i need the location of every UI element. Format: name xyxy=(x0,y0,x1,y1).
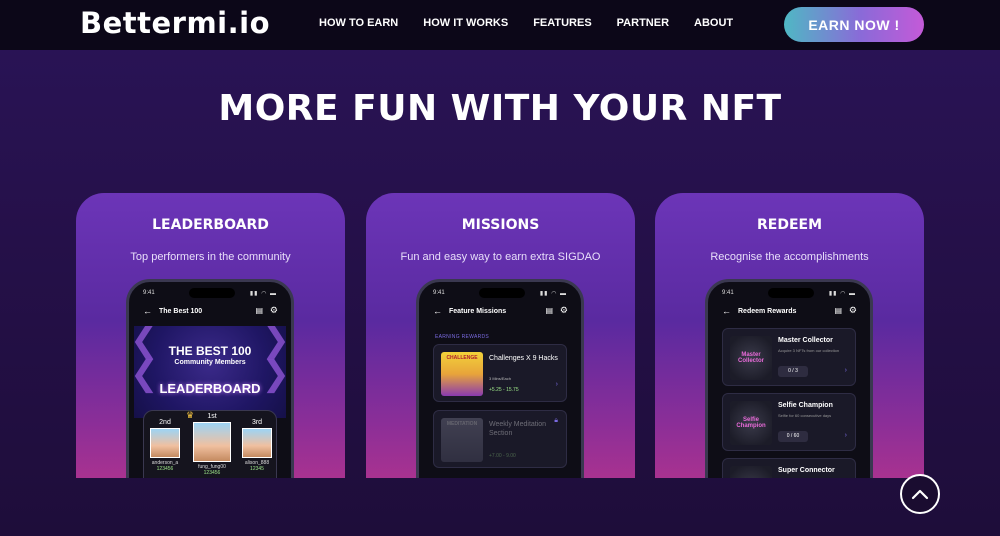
podium-first[interactable]: 1st fung_fung00 123456 xyxy=(192,413,232,476)
reward-card[interactable]: Selfie Champion Selfie Champion Selfie f… xyxy=(722,393,856,451)
app-bar: ← Redeem Rewards ▤ ⚙ xyxy=(708,305,870,322)
reward-thumbnail xyxy=(730,466,772,478)
phone-mockup: 9:41 ▮▮ ◠ ▬ ← Redeem Rewards ▤ ⚙ Master … xyxy=(705,279,873,478)
status-time: 9:41 xyxy=(722,290,734,296)
feature-card-missions: MISSIONS Fun and easy way to earn extra … xyxy=(366,193,635,478)
leaderboard-banner: ❮ ❮ ❯ ❯ THE BEST 100 Community Members L… xyxy=(134,326,286,418)
nav-links: HOW TO EARN HOW IT WORKS FEATURES PARTNE… xyxy=(319,17,758,29)
gear-icon: ⚙ xyxy=(269,305,278,315)
chat-icon: ▤ xyxy=(255,306,263,315)
chevron-right-icon: › xyxy=(844,367,847,374)
rank-label: 2nd xyxy=(159,419,171,426)
phone-mockup: 9:41 ▮▮ ◠ ▬ ← The Best 100 ▤ ⚙ ❮ ❮ ❯ ❯ T… xyxy=(126,279,294,478)
phone-notch xyxy=(189,288,235,298)
gear-icon: ⚙ xyxy=(848,305,857,315)
card-subtitle: Fun and easy way to earn extra SIGDAO xyxy=(400,251,601,263)
reward-thumbnail: Master Collector xyxy=(730,336,772,380)
back-arrow-icon: ← xyxy=(433,306,442,316)
banner-subheading: Community Members xyxy=(174,359,246,366)
podium-third[interactable]: 3rd alison_888 12345 xyxy=(240,419,274,472)
mission-duration: 3 Mins/Each xyxy=(489,376,512,381)
gear-icon: ⚙ xyxy=(559,305,568,315)
thumbnail-label: Selfie Champion xyxy=(736,417,766,429)
phone-mockup: 9:41 ▮▮ ◠ ▬ ← Feature Missions ▤ ⚙ EARNI… xyxy=(416,279,584,478)
card-title: REDEEM xyxy=(756,217,823,233)
card-subtitle: Top performers in the community xyxy=(130,251,291,263)
thumbnail-label: CHALLENGE xyxy=(446,355,478,361)
status-icons: ▮▮ ◠ ▬ xyxy=(828,291,856,297)
phone-notch xyxy=(479,288,525,298)
section-label: EARNING REWARDS xyxy=(435,334,490,340)
avatar xyxy=(242,428,272,458)
podium: ♛ 2nd anderson_a 123456 1st fung_fung00 … xyxy=(143,410,277,478)
card-title: MISSIONS xyxy=(461,217,540,233)
mission-card[interactable]: MEDITATION Weekly Meditation Section +7.… xyxy=(433,410,567,468)
phone-notch xyxy=(768,288,814,298)
card-subtitle: Recognise the accomplishments xyxy=(710,251,869,263)
earn-now-button[interactable]: EARN NOW ! xyxy=(784,7,924,42)
rank-label: 1st xyxy=(207,413,217,420)
nav-link-features[interactable]: FEATURES xyxy=(533,17,591,29)
feature-card-leaderboard: LEADERBOARD Top performers in the commun… xyxy=(76,193,345,478)
nav-link-about[interactable]: ABOUT xyxy=(694,17,733,29)
status-icons: ▮▮ ◠ ▬ xyxy=(249,291,277,297)
rank-label: 3rd xyxy=(251,419,263,426)
avatar xyxy=(193,422,231,462)
chevron-up-icon xyxy=(911,489,929,500)
app-title: Feature Missions xyxy=(449,308,507,315)
reward-title: Master Collector xyxy=(778,337,833,344)
reward-card[interactable]: Super Connector xyxy=(722,458,856,478)
chat-icon: ▤ xyxy=(545,306,553,315)
mission-title: Weekly Meditation Section xyxy=(489,421,547,437)
mission-reward: +7.00 - 9.00 xyxy=(489,453,516,459)
thumbnail-label: MEDITATION xyxy=(446,421,478,427)
app-title: Redeem Rewards xyxy=(738,308,797,315)
nav-link-how-it-works[interactable]: HOW IT WORKS xyxy=(423,17,508,29)
mission-thumbnail: CHALLENGE xyxy=(441,352,483,396)
status-time: 9:41 xyxy=(433,290,445,296)
app-bar: ← Feature Missions ▤ ⚙ xyxy=(419,305,581,322)
reward-progress: 0 / 60 xyxy=(778,431,808,442)
mission-title: Challenges X 9 Hacks xyxy=(489,355,558,362)
lock-icon: 🔒︎ xyxy=(554,417,558,424)
status-icons: ▮▮ ◠ ▬ xyxy=(539,291,567,297)
card-title: LEADERBOARD xyxy=(152,217,269,233)
avatar xyxy=(150,428,180,458)
mission-reward: +5.25 - 15.75 xyxy=(489,387,519,393)
top-navbar: Bettermi.io HOW TO EARN HOW IT WORKS FEA… xyxy=(0,0,1000,50)
player-score: 123456 xyxy=(203,470,221,476)
mission-thumbnail: MEDITATION xyxy=(441,418,483,462)
banner-leaderboard-text: LEADERBOARD xyxy=(159,381,261,396)
mission-card[interactable]: CHALLENGE Challenges X 9 Hacks 3 Mins/Ea… xyxy=(433,344,567,402)
banner-heading: THE BEST 100 xyxy=(168,344,252,358)
back-arrow-icon: ← xyxy=(722,306,731,316)
scroll-to-top-button[interactable] xyxy=(900,474,940,514)
thumbnail-label: Master Collector xyxy=(737,352,764,364)
podium-second[interactable]: 2nd anderson_a 123456 xyxy=(148,419,182,472)
reward-description: Acquire 3 NFTs from our collection xyxy=(778,348,840,353)
reward-title: Selfie Champion xyxy=(778,402,833,409)
nav-link-how-to-earn[interactable]: HOW TO EARN xyxy=(319,17,398,29)
site-logo[interactable]: Bettermi.io xyxy=(80,6,270,40)
app-bar: ← The Best 100 ▤ ⚙ xyxy=(129,305,291,322)
nav-link-partner[interactable]: PARTNER xyxy=(617,17,669,29)
reward-thumbnail: Selfie Champion xyxy=(730,401,772,445)
section-title: MORE FUN WITH YOUR NFT xyxy=(218,88,782,129)
back-arrow-icon: ← xyxy=(143,306,152,316)
chevron-right-icon: › xyxy=(555,381,558,388)
reward-description: Selfie for 60 consecutive days xyxy=(778,413,832,418)
player-score: 12345 xyxy=(250,466,264,472)
reward-progress: 0 / 3 xyxy=(778,366,808,377)
app-title: The Best 100 xyxy=(159,308,203,315)
chat-icon: ▤ xyxy=(834,306,842,315)
reward-card[interactable]: Master Collector Master Collector Acquir… xyxy=(722,328,856,386)
player-score: 123456 xyxy=(156,466,174,472)
reward-title: Super Connector xyxy=(778,467,835,474)
chevron-right-icon: › xyxy=(844,432,847,439)
feature-card-redeem: REDEEM Recognise the accomplishments 9:4… xyxy=(655,193,924,478)
status-time: 9:41 xyxy=(143,290,155,296)
